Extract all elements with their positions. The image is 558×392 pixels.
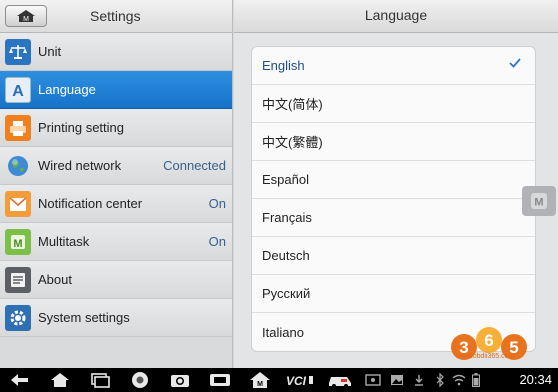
- menu-item-system-settings[interactable]: System settings: [0, 299, 232, 337]
- language-label: English: [262, 58, 305, 73]
- system-settings-icon: [5, 304, 31, 331]
- clock: 20:34: [519, 372, 552, 387]
- watermark-url: www.obdii365.com: [456, 353, 515, 360]
- svg-text:VCI: VCI: [286, 374, 307, 388]
- house-icon: [51, 373, 69, 387]
- menu-item-about[interactable]: About: [0, 261, 232, 299]
- language-option-spanish[interactable]: Español: [252, 161, 535, 199]
- camera-button[interactable]: [160, 368, 200, 392]
- language-option-german[interactable]: Deutsch: [252, 237, 535, 275]
- settings-panel: M Settings Unit A Language Printing sett…: [0, 0, 233, 368]
- menu-label: System settings: [38, 310, 130, 325]
- bluetooth-status: [430, 368, 450, 392]
- about-icon: [5, 266, 31, 293]
- screenshot-icon: [210, 374, 230, 386]
- settings-menu: Unit A Language Printing setting Wired n…: [0, 33, 232, 337]
- menu-label: Notification center: [38, 196, 143, 211]
- browser-button[interactable]: [120, 368, 160, 392]
- home-icon: M: [17, 10, 35, 23]
- checkmark-icon: [509, 58, 521, 68]
- svg-text:A: A: [12, 83, 24, 99]
- menu-item-wired-network[interactable]: Wired network Connected: [0, 147, 232, 185]
- vci-icon: VCI: [286, 374, 313, 388]
- download-icon: [415, 375, 423, 386]
- multitask-status-value: On: [208, 234, 226, 249]
- home-button[interactable]: M: [5, 5, 47, 27]
- status-icon-b: [386, 368, 408, 392]
- home-nav-button[interactable]: [40, 368, 80, 392]
- multitask-icon: M: [5, 228, 31, 255]
- language-icon: A: [5, 76, 31, 103]
- globe-icon: [5, 153, 31, 179]
- language-header: Language: [234, 0, 558, 33]
- menu-item-notification-center[interactable]: Notification center On: [0, 185, 232, 223]
- notification-icon: [5, 190, 31, 217]
- menu-item-printing[interactable]: Printing setting: [0, 109, 232, 147]
- floating-m-button[interactable]: M: [522, 186, 556, 216]
- wifi-icon: [452, 374, 466, 386]
- autel-home-button[interactable]: M: [240, 368, 280, 392]
- autel-home-icon: M: [250, 372, 270, 388]
- back-button[interactable]: [0, 368, 40, 392]
- language-label: Français: [262, 210, 312, 225]
- settings-title: Settings: [90, 8, 141, 24]
- language-label: Русский: [262, 286, 311, 301]
- m-icon: M: [531, 193, 547, 209]
- printer-icon: [5, 114, 31, 141]
- car-icon: [329, 377, 351, 388]
- svg-text:M: M: [13, 238, 22, 250]
- language-label: Italiano: [262, 324, 304, 340]
- camera-icon: [171, 375, 189, 387]
- scale-icon: [5, 38, 31, 65]
- language-label: Español: [262, 172, 309, 187]
- menu-label: Wired network: [38, 158, 122, 173]
- svg-text:6: 6: [484, 331, 493, 350]
- menu-label: About: [38, 272, 72, 287]
- chrome-icon: [132, 372, 148, 388]
- system-bar: M VCI 20:34: [0, 368, 558, 392]
- recent-apps-icon: [91, 373, 110, 388]
- menu-item-multitask[interactable]: M Multitask On: [0, 223, 232, 261]
- image-icon: [391, 375, 403, 385]
- language-list: English 中文(简体) 中文(繁體) Español Français D…: [251, 46, 536, 352]
- menu-label: Unit: [38, 44, 62, 59]
- language-label: 中文(简体): [262, 97, 323, 112]
- notification-status-value: On: [208, 196, 226, 211]
- status-icon-a: [360, 368, 386, 392]
- settings-header: M Settings: [0, 0, 232, 33]
- battery-icon: [472, 373, 480, 387]
- wifi-status: [450, 368, 468, 392]
- language-panel: Language English 中文(简体) 中文(繁體) Español F…: [234, 0, 558, 368]
- menu-label: Language: [38, 82, 96, 97]
- language-label: 中文(繁體): [262, 135, 323, 150]
- recent-apps-button[interactable]: [80, 368, 120, 392]
- menu-item-language[interactable]: A Language: [0, 71, 232, 109]
- status-icon-c: [408, 368, 430, 392]
- menu-item-unit[interactable]: Unit: [0, 33, 232, 71]
- language-option-chinese-traditional[interactable]: 中文(繁體): [252, 123, 535, 161]
- language-option-english[interactable]: English: [252, 47, 535, 85]
- language-option-french[interactable]: Français: [252, 199, 535, 237]
- vci-button[interactable]: VCI: [280, 368, 320, 392]
- bluetooth-icon: [436, 373, 444, 387]
- network-status-value: Connected: [163, 158, 226, 173]
- language-label: Deutsch: [262, 248, 310, 263]
- svg-text:M: M: [257, 381, 263, 388]
- menu-label: Multitask: [38, 234, 90, 249]
- screenshot-button[interactable]: [200, 368, 240, 392]
- battery-status: [468, 368, 484, 392]
- svg-text:M: M: [534, 197, 543, 209]
- menu-label: Printing setting: [38, 120, 124, 135]
- language-option-chinese-simplified[interactable]: 中文(简体): [252, 85, 535, 123]
- language-option-russian[interactable]: Русский: [252, 275, 535, 313]
- svg-text:M: M: [23, 16, 29, 23]
- media-icon: [365, 374, 381, 386]
- vehicle-button[interactable]: [320, 368, 360, 392]
- back-icon: [11, 374, 28, 386]
